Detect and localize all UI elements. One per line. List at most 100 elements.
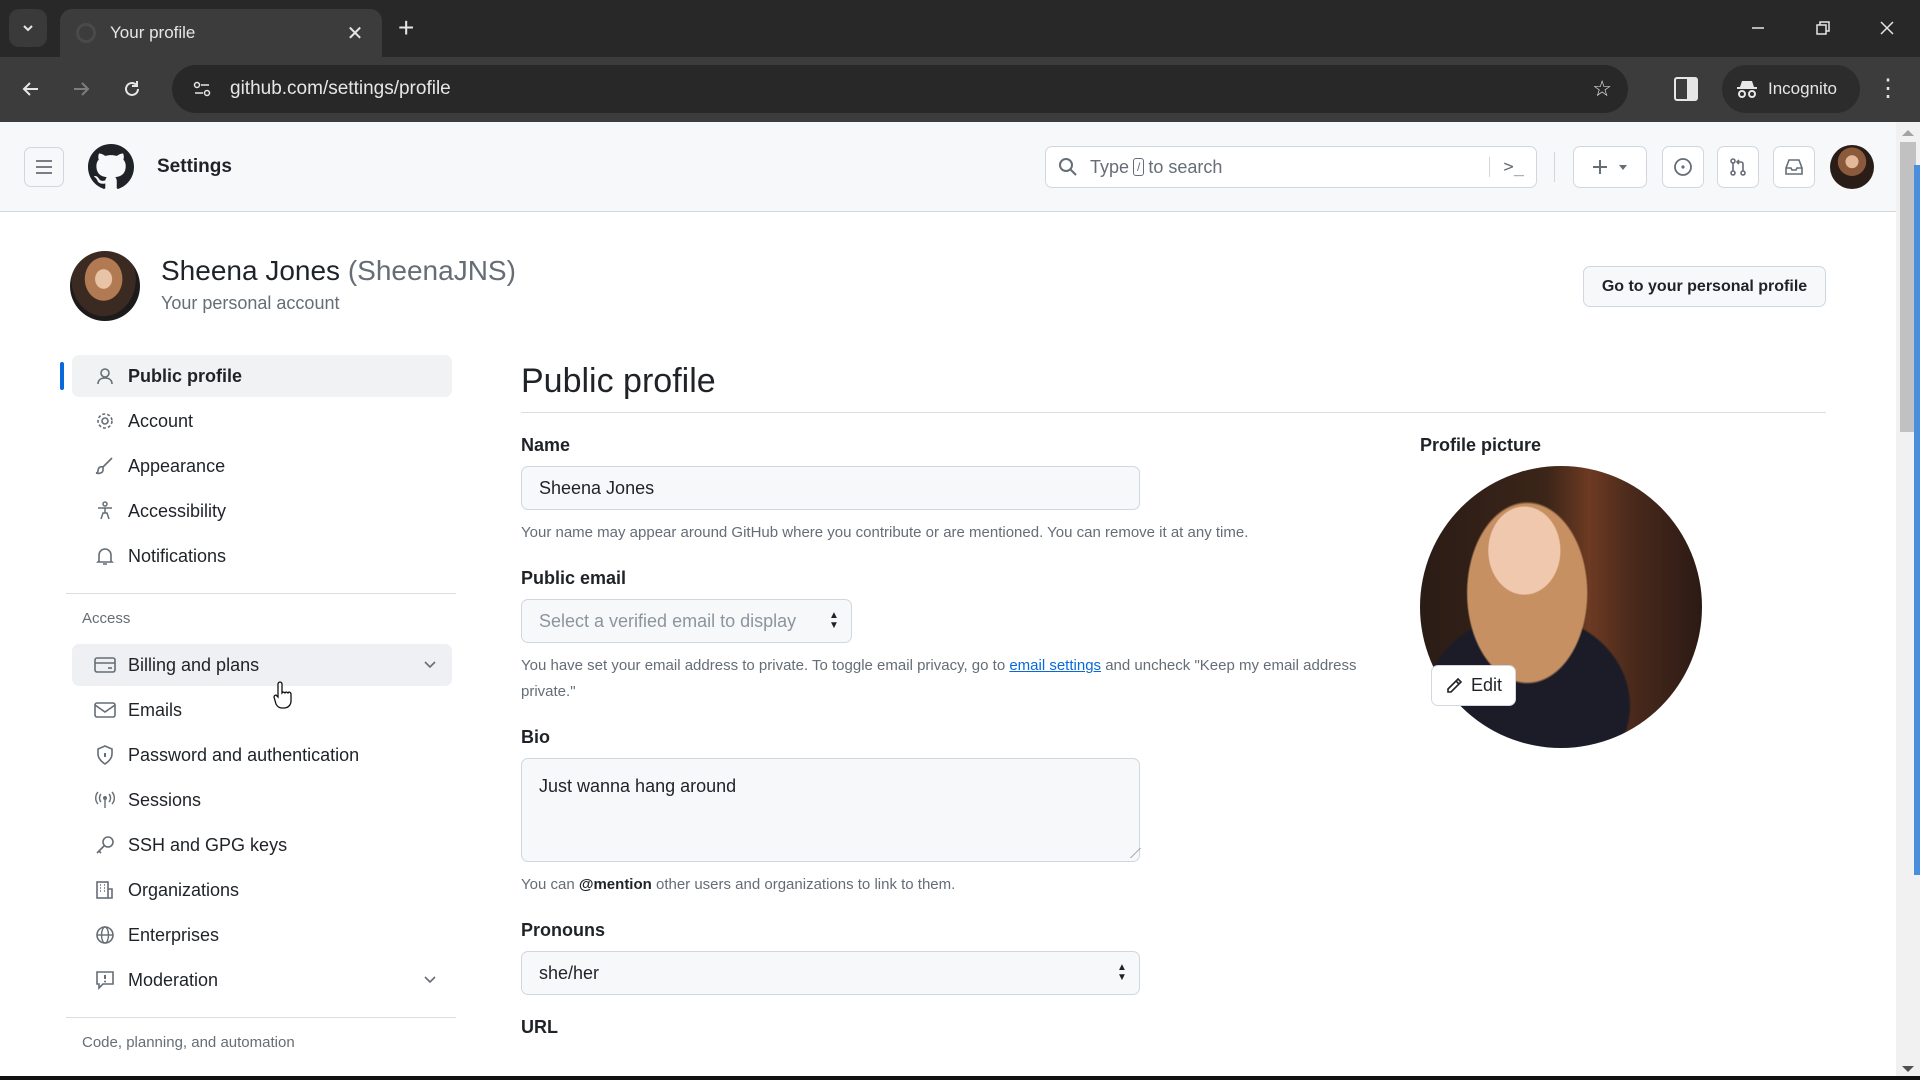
pronouns-select[interactable]: she/her ▲ ▼ — [521, 951, 1140, 995]
pull-requests-button[interactable] — [1717, 146, 1759, 188]
restore-icon — [1816, 21, 1830, 35]
sidebar-item-organizations[interactable]: Organizations — [72, 869, 452, 911]
address-bar[interactable]: github.com/settings/profile ☆ — [172, 65, 1628, 113]
scroll-down-arrow-icon[interactable] — [1902, 1066, 1914, 1072]
arrow-right-icon — [74, 82, 90, 96]
chevron-down-icon — [23, 25, 33, 32]
public-email-select[interactable]: Select a verified email to display ▲ ▼ — [521, 599, 852, 643]
edit-profile-picture-button[interactable]: Edit — [1431, 665, 1516, 706]
sidebar-item-appearance[interactable]: Appearance — [72, 445, 452, 487]
browser-toolbar: github.com/settings/profile ☆ Incognito … — [0, 57, 1920, 122]
sidebar-item-account[interactable]: Account — [72, 400, 452, 442]
github-logo-icon[interactable] — [88, 144, 134, 190]
select-arrows-icon: ▲ ▼ — [1117, 962, 1127, 983]
sidebar-item-accessibility[interactable]: Accessibility — [72, 490, 452, 532]
sidebar-item-sessions[interactable]: Sessions — [72, 779, 452, 821]
incognito-indicator[interactable]: Incognito — [1722, 65, 1860, 113]
report-icon — [94, 969, 116, 991]
profile-picture-section: Profile picture Edit — [1420, 435, 1720, 748]
url-text[interactable]: github.com/settings/profile — [230, 78, 1592, 100]
new-tab-button[interactable]: + — [398, 12, 414, 44]
chevron-down-icon[interactable] — [422, 656, 438, 672]
sidebar-item-label: Account — [128, 410, 194, 431]
tab-search-button[interactable] — [9, 9, 47, 47]
search-placeholder-prefix: Type — [1090, 156, 1130, 177]
header-context-title[interactable]: Settings — [157, 156, 232, 178]
minimize-button[interactable] — [1735, 8, 1781, 48]
inbox-icon — [1785, 159, 1803, 175]
plus-icon — [1593, 160, 1607, 174]
person-icon — [94, 365, 116, 387]
side-panel-icon[interactable] — [1674, 77, 1698, 101]
sidebar-item-public-profile[interactable]: Public profile — [60, 355, 452, 397]
browser-tab[interactable]: Your profile ✕ — [60, 9, 382, 57]
bio-text: Just wanna hang around — [539, 776, 737, 796]
bio-label: Bio — [521, 727, 550, 747]
command-palette-icon[interactable]: >_ — [1488, 157, 1524, 177]
name-field-group: Name Sheena Jones Your name may appear a… — [521, 435, 1361, 546]
resize-handle-icon[interactable] — [1121, 848, 1141, 858]
search-input[interactable]: Type / to search >_ — [1045, 146, 1537, 188]
close-tab-icon[interactable]: ✕ — [344, 21, 366, 46]
close-window-button[interactable] — [1864, 8, 1910, 48]
minimize-icon — [1752, 27, 1764, 29]
sidebar-item-label: Organizations — [128, 879, 240, 900]
edit-label: Edit — [1470, 675, 1503, 695]
search-shortcut-key: / — [1133, 158, 1145, 176]
github-favicon-icon — [76, 23, 96, 43]
scroll-up-arrow-icon[interactable] — [1902, 130, 1914, 136]
profile-picture-label: Profile picture — [1420, 435, 1542, 455]
name-label: Name — [521, 435, 571, 455]
incognito-label: Incognito — [1768, 79, 1837, 98]
reload-button[interactable] — [113, 70, 151, 108]
public-profile-panel: Public profile Name Sheena Jones Your na… — [521, 355, 1826, 1037]
account-avatar — [70, 251, 140, 321]
browser-menu-icon[interactable]: ⋮ — [1876, 73, 1900, 105]
organization-icon — [94, 879, 116, 901]
bio-note: You can @mention other users and organiz… — [521, 872, 1361, 898]
forward-button[interactable] — [62, 70, 100, 108]
sidebar-item-password-and-authentication[interactable]: Password and authentication — [72, 734, 452, 776]
public-email-label: Public email — [521, 568, 627, 588]
incognito-icon — [1737, 81, 1757, 98]
tab-title: Your profile — [110, 23, 196, 42]
bio-textarea[interactable]: Just wanna hang around — [521, 758, 1141, 862]
hamburger-icon — [36, 160, 52, 174]
credit-card-icon — [94, 654, 116, 676]
key-icon — [94, 834, 116, 856]
sidebar-group-code-planning-automation: Code, planning, and automation — [82, 1034, 295, 1051]
back-button[interactable] — [12, 70, 50, 108]
user-avatar-button[interactable] — [1830, 145, 1874, 189]
bell-icon — [94, 545, 116, 567]
restore-button[interactable] — [1800, 8, 1846, 48]
search-placeholder-suffix: to search — [1148, 156, 1223, 177]
name-input[interactable]: Sheena Jones — [521, 466, 1140, 510]
public-email-placeholder: Select a verified email to display — [539, 610, 797, 631]
sidebar-item-emails[interactable]: Emails — [72, 689, 452, 731]
profile-form: Name Sheena Jones Your name may appear a… — [521, 435, 1361, 1060]
sidebar-item-label: Password and authentication — [128, 744, 360, 765]
sidebar-item-label: SSH and GPG keys — [128, 834, 288, 855]
sidebar-item-billing-and-plans[interactable]: Billing and plans — [72, 644, 452, 686]
bookmark-star-icon[interactable]: ☆ — [1592, 76, 1612, 102]
search-icon — [1059, 158, 1077, 176]
go-to-personal-profile-button[interactable]: Go to your personal profile — [1583, 266, 1826, 307]
close-icon — [1880, 21, 1894, 35]
sidebar-item-ssh-and-gpg-keys[interactable]: SSH and GPG keys — [72, 824, 452, 866]
sidebar-item-enterprises[interactable]: Enterprises — [72, 914, 452, 956]
pronouns-label: Pronouns — [521, 920, 605, 940]
header-divider — [1554, 152, 1555, 182]
site-info-icon[interactable] — [188, 75, 216, 103]
open-navigation-button[interactable] — [24, 147, 64, 187]
sidebar-item-label: Accessibility — [128, 500, 227, 521]
issues-button[interactable] — [1662, 146, 1704, 188]
paintbrush-icon — [94, 455, 116, 477]
sidebar-item-notifications[interactable]: Notifications — [72, 535, 452, 577]
chevron-down-icon[interactable] — [422, 971, 438, 987]
account-login: (SheenaJNS) — [347, 255, 516, 286]
inbox-button[interactable] — [1773, 146, 1815, 188]
create-new-button[interactable] — [1573, 146, 1647, 188]
email-settings-link[interactable]: email settings — [1009, 657, 1101, 674]
url-label: URL — [521, 1017, 558, 1037]
sidebar-item-moderation[interactable]: Moderation — [72, 959, 452, 1001]
